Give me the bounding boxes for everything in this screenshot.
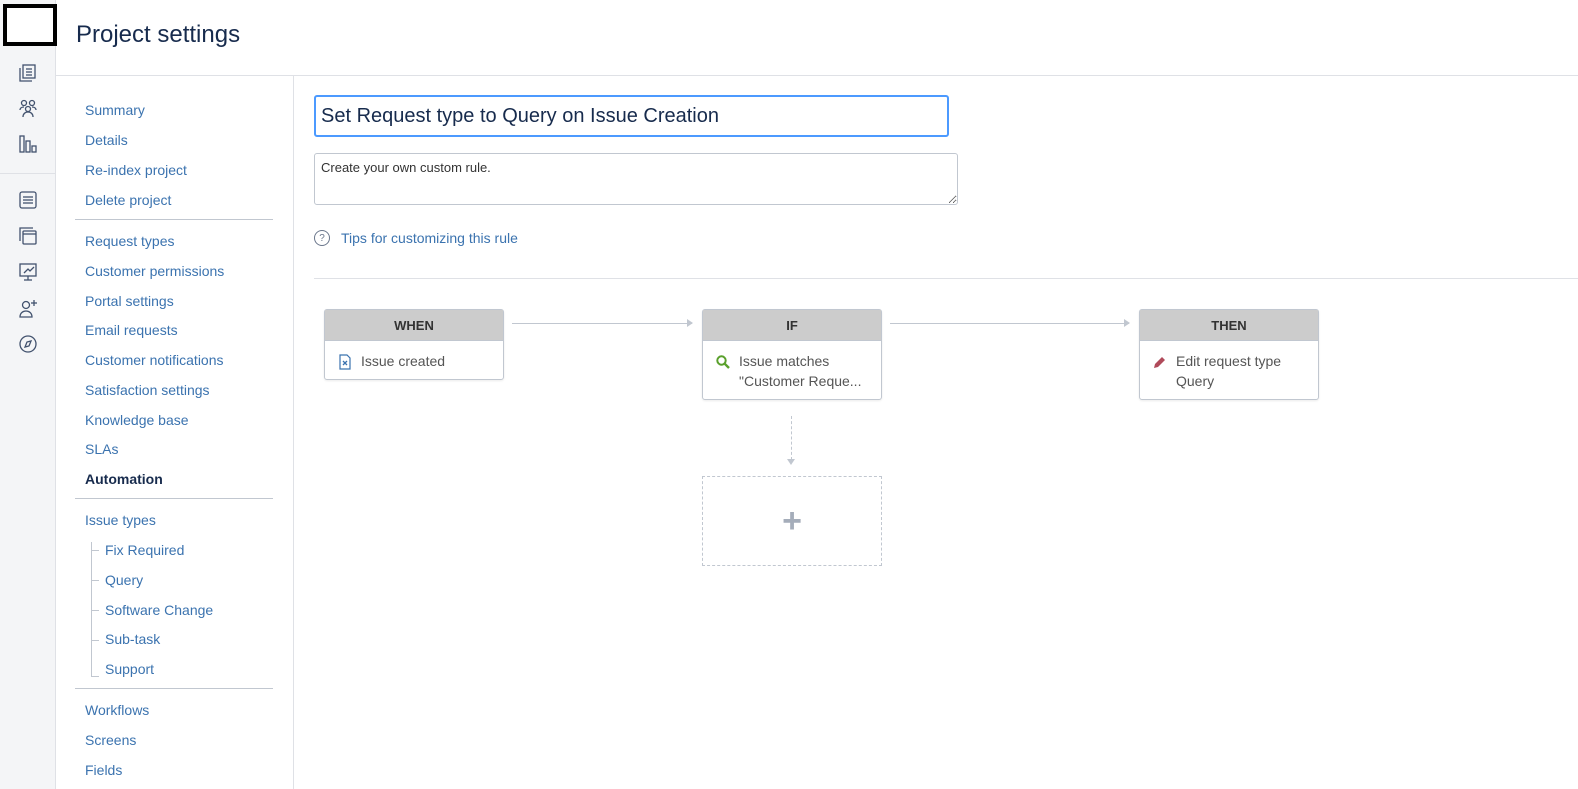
- if-header: IF: [703, 310, 881, 341]
- nav-customer-notifications[interactable]: Customer notifications: [85, 352, 224, 368]
- nav-divider: [75, 219, 273, 220]
- then-action-value: Query: [1176, 373, 1215, 389]
- nav-satisfaction-settings[interactable]: Satisfaction settings: [85, 382, 210, 398]
- reports-icon[interactable]: [16, 132, 40, 156]
- channels-icon[interactable]: [16, 260, 40, 284]
- nav-fields[interactable]: Fields: [85, 762, 122, 778]
- when-card[interactable]: WHEN Issue created: [324, 309, 504, 380]
- settings-nav: Summary Details Re-index project Delete …: [56, 76, 294, 789]
- invite-team-icon[interactable]: [16, 296, 40, 320]
- then-action-label: Edit request type: [1176, 353, 1282, 369]
- nav-automation-current: Automation: [85, 471, 163, 487]
- nav-issue-type-query[interactable]: Query: [105, 572, 143, 588]
- tree-branch: [91, 580, 99, 581]
- rule-name-input[interactable]: [314, 95, 949, 137]
- tree-branch: [91, 676, 99, 677]
- compass-icon[interactable]: [16, 332, 40, 356]
- tree-branch: [91, 550, 99, 551]
- nav-delete-project[interactable]: Delete project: [85, 192, 171, 208]
- plus-icon: +: [782, 502, 802, 540]
- issue-created-icon: [339, 354, 351, 370]
- rail-divider: [0, 173, 55, 174]
- tips-link[interactable]: ? Tips for customizing this rule: [314, 230, 518, 246]
- help-icon: ?: [314, 230, 330, 246]
- when-trigger-label: Issue created: [361, 353, 446, 369]
- nav-issue-type-software-change[interactable]: Software Change: [105, 602, 213, 618]
- nav-details[interactable]: Details: [85, 132, 128, 148]
- branch-connector-arrow: [787, 459, 795, 465]
- nav-issue-type-sub-task[interactable]: Sub-task: [105, 631, 160, 647]
- queues-icon[interactable]: [16, 61, 40, 85]
- nav-issue-type-support[interactable]: Support: [105, 661, 154, 677]
- add-component-button[interactable]: +: [702, 476, 882, 566]
- page-title: Project settings: [76, 21, 241, 48]
- nav-slas[interactable]: SLAs: [85, 441, 118, 457]
- nav-email-requests[interactable]: Email requests: [85, 322, 178, 338]
- nav-issue-type-fix-required[interactable]: Fix Required: [105, 542, 184, 558]
- nav-portal-settings[interactable]: Portal settings: [85, 293, 174, 309]
- nav-request-types[interactable]: Request types: [85, 233, 175, 249]
- nav-divider: [75, 688, 273, 689]
- nav-divider: [75, 498, 273, 499]
- flow-arrow: [512, 319, 693, 327]
- tree-branch: [91, 640, 99, 641]
- rule-description-field[interactable]: Create your own custom rule.: [314, 153, 958, 205]
- customers-icon[interactable]: [16, 96, 40, 120]
- nav-summary[interactable]: Summary: [85, 102, 145, 118]
- then-header: THEN: [1140, 310, 1318, 341]
- tree-branch: [91, 610, 99, 611]
- if-card[interactable]: IF Issue matches "Customer Reque...: [702, 309, 882, 400]
- then-card[interactable]: THEN Edit request type Query: [1139, 309, 1319, 400]
- nav-issue-types[interactable]: Issue types: [85, 512, 156, 528]
- nav-knowledge-base[interactable]: Knowledge base: [85, 412, 189, 428]
- nav-reindex-project[interactable]: Re-index project: [85, 162, 187, 178]
- flow-arrow: [890, 319, 1130, 327]
- content-divider: [314, 278, 1578, 279]
- if-condition-value: "Customer Reque...: [739, 373, 862, 389]
- if-condition-label: Issue matches: [739, 353, 830, 369]
- tips-label: Tips for customizing this rule: [341, 230, 518, 246]
- knowledge-icon[interactable]: [16, 188, 40, 212]
- raise-request-icon[interactable]: [16, 224, 40, 248]
- logo[interactable]: [3, 4, 57, 46]
- nav-customer-permissions[interactable]: Customer permissions: [85, 263, 224, 279]
- search-icon: [716, 355, 730, 369]
- pencil-icon: [1154, 357, 1165, 368]
- app-sidebar: [0, 0, 57, 789]
- nav-workflows[interactable]: Workflows: [85, 702, 149, 718]
- when-header: WHEN: [325, 310, 503, 341]
- branch-connector: [791, 416, 792, 460]
- nav-screens[interactable]: Screens: [85, 732, 136, 748]
